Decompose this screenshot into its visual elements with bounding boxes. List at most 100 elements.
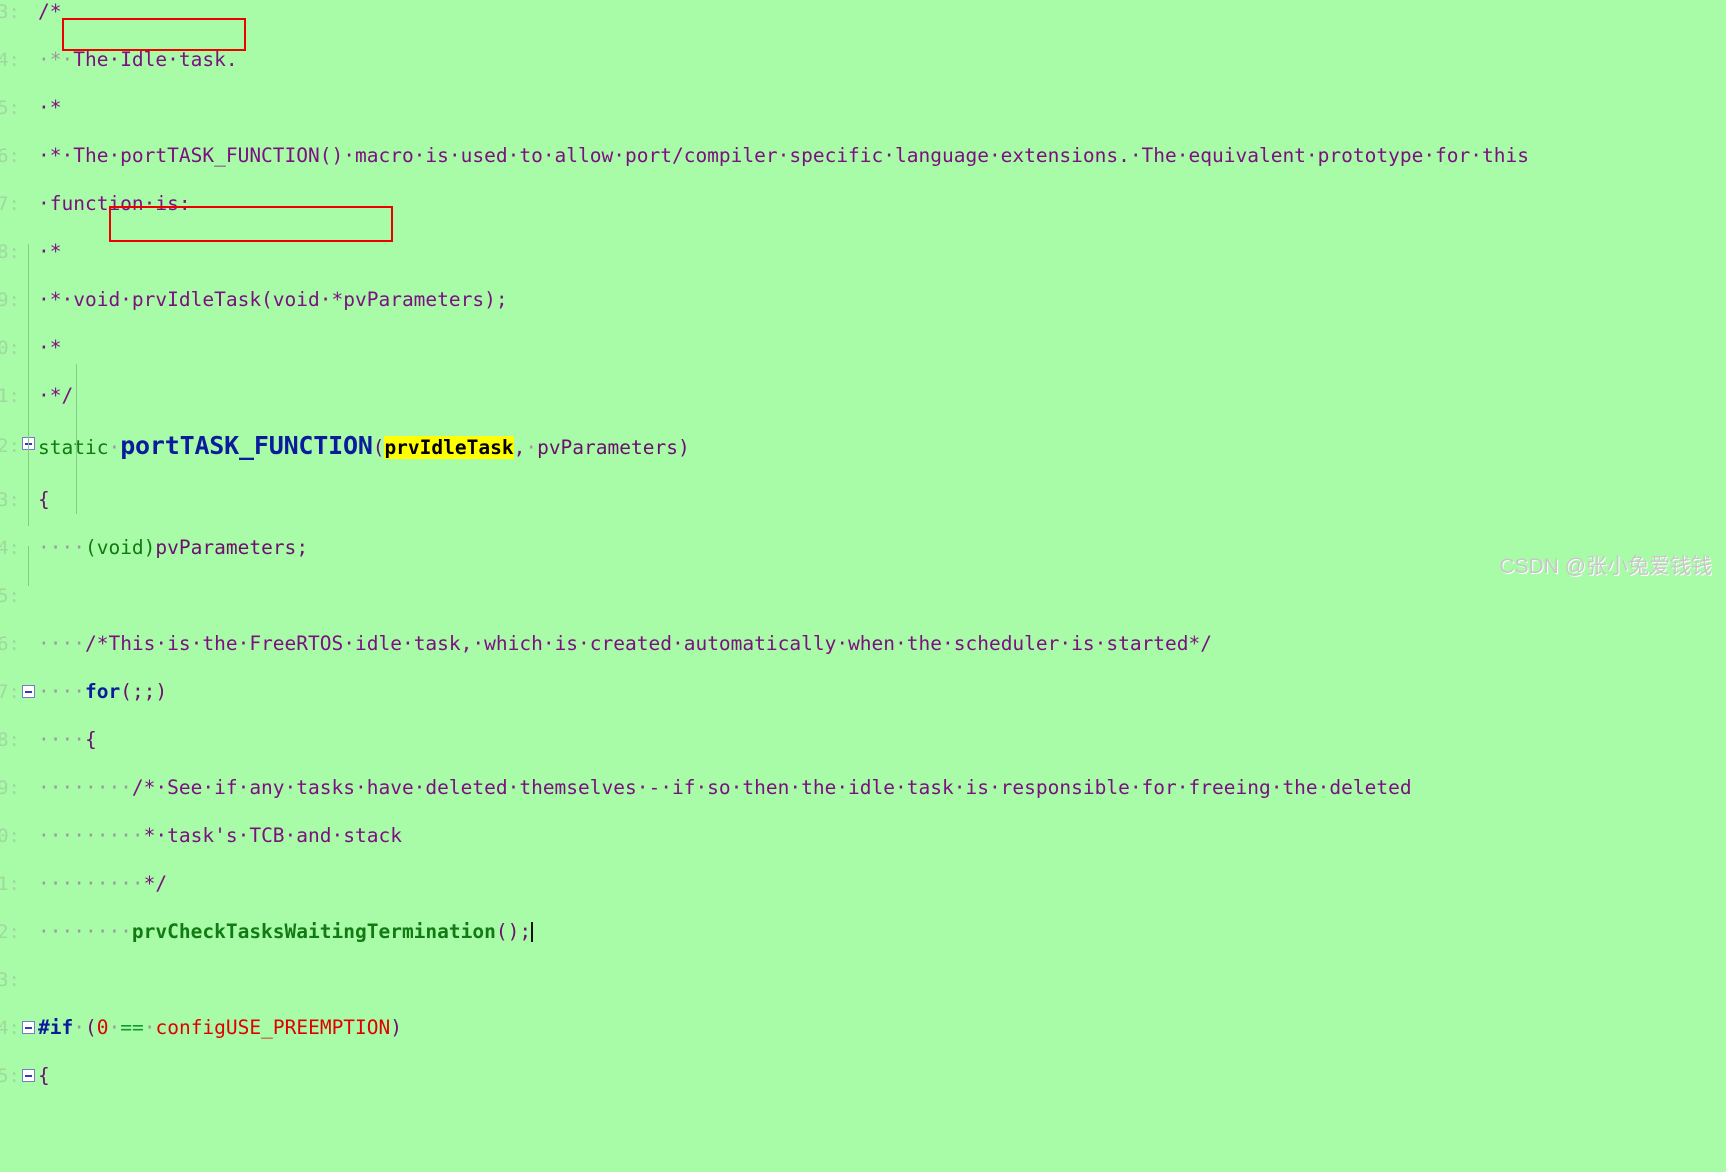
- fold-guide-line: [76, 364, 77, 514]
- whitespace-dot: ·: [525, 436, 538, 459]
- line-number: 3:: [0, 969, 20, 991]
- paren-open: (: [372, 436, 385, 459]
- code-line[interactable]: 6: ·*·The·portTASK_FUNCTION()·macro·is·u…: [0, 144, 1726, 168]
- line-number: 4:: [0, 1017, 20, 1039]
- argument-pvparameters: pvParameters: [537, 436, 678, 459]
- code-text: ·*: [38, 96, 62, 119]
- fold-toggle-icon[interactable]: [22, 1021, 35, 1034]
- line-number: 4:: [0, 49, 20, 71]
- code-text: {: [38, 488, 50, 511]
- whitespace-dots: ·*·: [38, 48, 74, 71]
- code-text: {: [38, 1064, 50, 1087]
- macro-porttask-function: portTASK_FUNCTION: [120, 431, 373, 460]
- function-call-prvchecktaskswaitingtermination: prvCheckTasksWaitingTermination: [131, 920, 496, 943]
- code-text: ·*·The·portTASK_FUNCTION()·macro·is·used…: [38, 144, 1529, 167]
- whitespace-dots: ·········: [38, 872, 144, 895]
- fold-guide-line: [28, 244, 29, 526]
- whitespace-dot: ·: [108, 1016, 121, 1039]
- code-line[interactable]: 5:: [0, 584, 1726, 608]
- line-number: 2:: [0, 435, 20, 457]
- fold-guide-line: [28, 546, 29, 586]
- whitespace-dots: ········: [38, 920, 132, 943]
- line-number: 1:: [0, 873, 20, 895]
- operator-equals: ==: [120, 1016, 144, 1039]
- paren-close: ): [677, 436, 690, 459]
- line-number: 8:: [0, 729, 20, 751]
- code-line[interactable]: 8: ·*: [0, 240, 1726, 264]
- semicolon: ;: [296, 536, 309, 559]
- line-number: 3:: [0, 489, 20, 511]
- code-text: ·*: [38, 336, 62, 359]
- line-number: 4:: [0, 537, 20, 559]
- line-number: 8:: [0, 241, 20, 263]
- line-number: 0:: [0, 825, 20, 847]
- code-line[interactable]: 4: ·*·The·Idle·task.: [0, 48, 1726, 72]
- line-number: 1:: [0, 385, 20, 407]
- fold-toggle-icon[interactable]: [22, 685, 35, 698]
- whitespace-dots: ········: [38, 776, 132, 799]
- line-number: 5:: [0, 1065, 20, 1087]
- line-number: 5:: [0, 585, 20, 607]
- code-text: ();: [495, 920, 532, 943]
- whitespace-dots: ····: [38, 632, 85, 655]
- code-text: ·*/: [38, 384, 74, 407]
- code-line[interactable]: 7: ····for(;;): [0, 680, 1726, 704]
- line-number: 9:: [0, 777, 20, 799]
- code-line[interactable]: 9: ·*·void·prvIdleTask(void·*pvParameter…: [0, 288, 1726, 312]
- code-line[interactable]: 4: ····(void)pvParameters;: [0, 536, 1726, 560]
- code-line[interactable]: 3:: [0, 968, 1726, 992]
- code-line[interactable]: 5: {: [0, 1064, 1726, 1088]
- code-line[interactable]: 3: {: [0, 488, 1726, 512]
- keyword-for: for: [84, 680, 121, 703]
- whitespace-dots: ·········: [38, 824, 144, 847]
- code-lines-container[interactable]: 3: /* 4: ·*·The·Idle·task. 5: ·* 6: ·*·T…: [0, 0, 1726, 1087]
- code-line[interactable]: 8: ····{: [0, 728, 1726, 752]
- code-line[interactable]: 0: ·········*·task's·TCB·and·stack: [0, 824, 1726, 848]
- paren-close: ): [390, 1016, 403, 1039]
- line-number: 2:: [0, 921, 20, 943]
- code-line[interactable]: 4: #if·(0·==·configUSE_PREEMPTION): [0, 1016, 1726, 1040]
- number-zero: 0: [96, 1016, 109, 1039]
- whitespace-dots: ····: [38, 728, 85, 751]
- code-text: {: [84, 728, 97, 751]
- code-text: ·function·is:: [38, 192, 191, 215]
- code-editor[interactable]: 3: /* 4: ·*·The·Idle·task. 5: ·* 6: ·*·T…: [0, 0, 1726, 1087]
- code-text: ·*·void·prvIdleTask(void·*pvParameters);: [38, 288, 508, 311]
- code-text: /*: [38, 0, 62, 23]
- line-number: 6:: [0, 145, 20, 167]
- code-text: *·task's·TCB·and·stack: [143, 824, 402, 847]
- preprocessor-if: #if: [38, 1016, 74, 1039]
- code-line[interactable]: 6: ····/*This·is·the·FreeRTOS·idle·task,…: [0, 632, 1726, 656]
- line-number: 5:: [0, 97, 20, 119]
- paren-open: (: [84, 1016, 97, 1039]
- fold-toggle-icon[interactable]: [22, 1069, 35, 1082]
- code-text: The·Idle·task.: [73, 48, 238, 71]
- code-text: /*·See·if·any·tasks·have·deleted·themsel…: [131, 776, 1412, 799]
- text-cursor: [531, 922, 534, 942]
- code-line[interactable]: 1: ·········*/: [0, 872, 1726, 896]
- whitespace-dots: ····: [38, 680, 85, 703]
- cast-void: (void): [84, 536, 156, 559]
- code-text: (;;): [120, 680, 168, 703]
- whitespace-dot: ·: [73, 1016, 85, 1039]
- code-line[interactable]: 0: ·*: [0, 336, 1726, 360]
- code-line[interactable]: 1: ·*/: [0, 384, 1726, 408]
- code-line[interactable]: 2: static·portTASK_FUNCTION(prvIdleTask,…: [0, 432, 1726, 460]
- code-line[interactable]: 7: ·function·is:: [0, 192, 1726, 216]
- code-line[interactable]: 9: ········/*·See·if·any·tasks·have·dele…: [0, 776, 1726, 800]
- code-line[interactable]: 5: ·*: [0, 96, 1726, 120]
- watermark: CSDN @张小兔爱钱钱: [1499, 555, 1712, 578]
- identifier-pvparameters: pvParameters: [155, 536, 297, 559]
- keyword-static: static: [38, 436, 109, 459]
- code-line[interactable]: 2: ········prvCheckTasksWaitingTerminati…: [0, 920, 1726, 944]
- whitespace-dot: ·: [108, 436, 121, 459]
- code-text: /*This·is·the·FreeRTOS·idle·task,·which·…: [84, 632, 1213, 655]
- code-text: */: [143, 872, 168, 895]
- comma: ,: [513, 436, 526, 459]
- code-text: ·*: [38, 240, 62, 263]
- whitespace-dots: ····: [38, 536, 85, 559]
- line-number: 9:: [0, 289, 20, 311]
- line-number: 7:: [0, 193, 20, 215]
- line-number: 3:: [0, 1, 20, 23]
- code-line[interactable]: 3: /*: [0, 0, 1726, 24]
